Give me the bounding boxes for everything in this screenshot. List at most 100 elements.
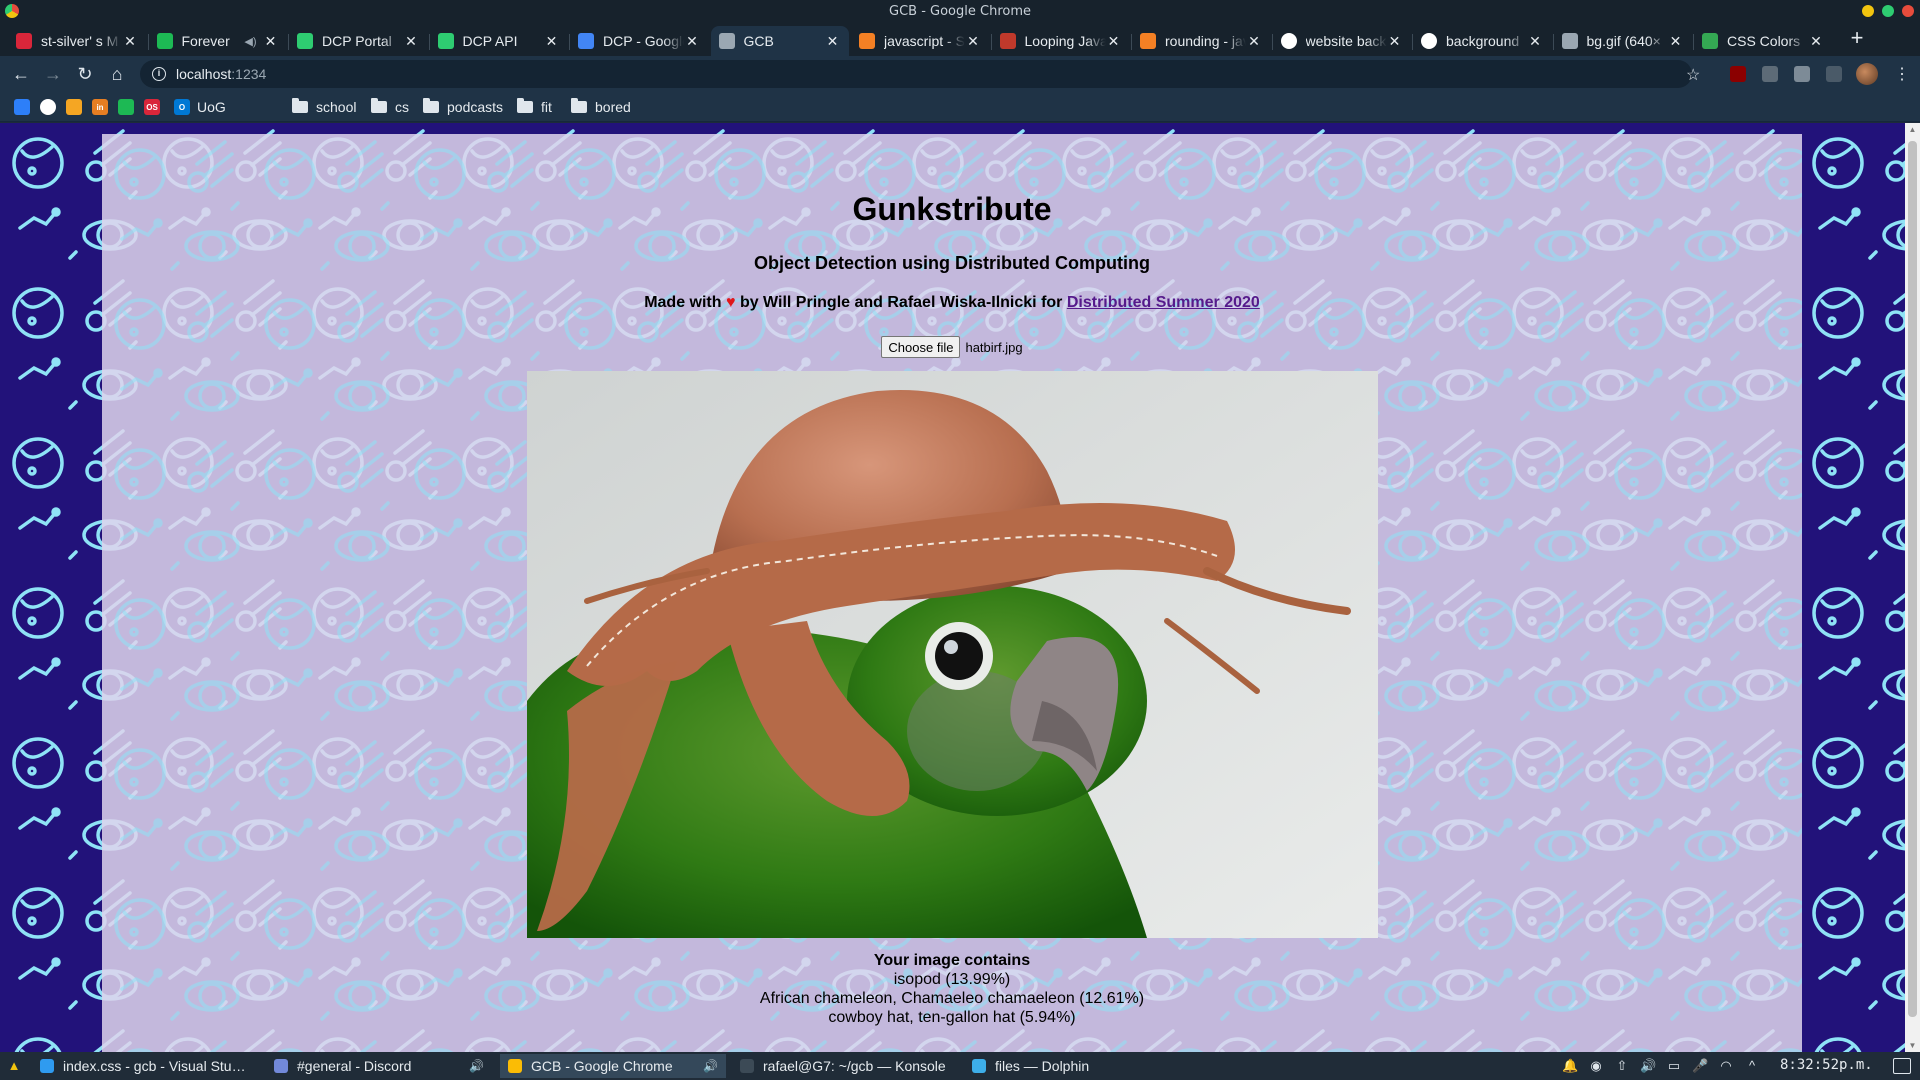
detection-result-item: African chameleon, Chamaeleo chamaeleon …	[759, 990, 1145, 1007]
browser-tab[interactable]: DCP API ✕	[430, 26, 568, 56]
site-info-icon[interactable]: i	[152, 67, 166, 81]
close-tab-icon[interactable]: ✕	[684, 33, 700, 49]
window-controls	[1862, 5, 1914, 17]
bookmark-item[interactable]	[14, 98, 37, 116]
bookmark-star-icon[interactable]: ☆	[1686, 65, 1700, 85]
close-tab-icon[interactable]: ✕	[1106, 33, 1122, 49]
maximize-button[interactable]	[1882, 5, 1894, 17]
close-tab-icon[interactable]: ✕	[1808, 33, 1824, 49]
browser-tab[interactable]: javascript - Stack Overflow✕	[851, 26, 989, 56]
tray-expand-icon[interactable]: ^	[1744, 1058, 1760, 1074]
close-tab-icon[interactable]: ✕	[263, 33, 279, 49]
bookmark-item[interactable]	[40, 98, 63, 116]
browser-tab[interactable]: Looping JavaScript✕	[992, 26, 1130, 56]
taskbar-task-label: files — Dolphin	[995, 1058, 1090, 1074]
bookmark-folder-2[interactable]: podcasts	[423, 98, 503, 116]
menu-kebab-icon[interactable]: ⋮	[1894, 64, 1910, 84]
discord-tray-icon[interactable]: ◉	[1588, 1058, 1604, 1074]
close-tab-icon[interactable]: ✕	[825, 33, 841, 49]
home-icon[interactable]: ⌂	[105, 62, 129, 86]
volume-tray-icon[interactable]: 🔊	[1640, 1058, 1656, 1074]
tab-title: rounding - javascript	[1165, 33, 1246, 49]
notifications-icon[interactable]: 🔔	[1562, 1058, 1578, 1074]
browser-tab[interactable]: background ✕	[1413, 26, 1551, 56]
detection-result-item: cowboy hat, ten-gallon hat (5.94%)	[828, 1009, 1076, 1026]
puzzle-extensions-icon[interactable]	[1794, 66, 1810, 82]
close-tab-icon[interactable]: ✕	[544, 33, 560, 49]
taskbar-task[interactable]: index.css - gcb - Visual Studio Code	[32, 1054, 258, 1078]
spotify-icon	[156, 33, 173, 49]
distributed-summer-link[interactable]: Distributed Summer 2020	[1067, 294, 1260, 311]
address-bar[interactable]: i localhost:1234	[140, 60, 1692, 88]
taskbar-task[interactable]: #general - Discord 🔊	[266, 1054, 492, 1078]
bookmark-folder-4[interactable]: bored	[571, 98, 631, 116]
scroll-down-icon[interactable]: ▼	[1908, 1041, 1917, 1050]
browser-tab[interactable]: website background✕	[1273, 26, 1411, 56]
stackoverflow-icon	[859, 33, 875, 49]
forward-arrow-icon[interactable]: →	[41, 62, 65, 86]
outlook-icon: O	[174, 99, 190, 115]
browser-tab[interactable]: DCP Portal ✕	[289, 26, 427, 56]
close-window-button[interactable]	[1902, 5, 1914, 17]
browser-tab[interactable]: bg.gif (640× ✕	[1554, 26, 1692, 56]
tab-separator	[288, 34, 289, 50]
task-audio-icon: 🔊	[703, 1059, 718, 1073]
browser-tab[interactable]: st-silver' s M ✕	[8, 26, 146, 56]
browser-tab[interactable]: CSS Colors ✕	[1694, 26, 1832, 56]
choose-file-button[interactable]: Choose file	[881, 336, 961, 358]
media-controls-icon[interactable]	[1826, 66, 1842, 82]
updates-tray-icon[interactable]: ⇧	[1614, 1058, 1630, 1074]
bookmark-item[interactable]: in	[92, 98, 115, 116]
bookmark-item[interactable]: OS	[144, 98, 167, 116]
file-picker: Choose file hatbirf.jpg	[102, 336, 1802, 358]
bookmark-folder-0[interactable]: school	[292, 98, 356, 116]
browser-tab[interactable]: GCB ✕	[710, 26, 849, 56]
browser-tab[interactable]: DCP - Google Docs✕	[570, 26, 708, 56]
bookmark-folder-1[interactable]: cs	[371, 98, 409, 116]
scrollbar-thumb[interactable]	[1908, 141, 1917, 1017]
taskbar-clock[interactable]: 8:32:52p.m.	[1780, 1057, 1873, 1073]
tab-separator	[1552, 34, 1554, 50]
page-scrollbar[interactable]: ▲ ▼	[1905, 123, 1920, 1052]
scroll-up-icon[interactable]: ▲	[1908, 125, 1917, 134]
bookmark-uog[interactable]: O UoG	[174, 98, 226, 116]
reload-icon[interactable]: ↻	[73, 62, 97, 86]
credits-prefix: Made with	[644, 294, 722, 311]
app-launcher-icon[interactable]: ▲	[6, 1058, 22, 1074]
bookmark-item[interactable]	[66, 98, 89, 116]
back-arrow-icon[interactable]: ←	[9, 62, 33, 86]
stackoverflow-icon	[1140, 33, 1156, 49]
microphone-tray-icon[interactable]: 🎤	[1692, 1058, 1708, 1074]
tab-separator	[1271, 34, 1273, 50]
taskbar-task[interactable]: GCB - Google Chrome 🔊	[500, 1054, 726, 1078]
folder-icon	[371, 98, 387, 113]
wifi-tray-icon[interactable]: ◠	[1718, 1058, 1734, 1074]
close-tab-icon[interactable]: ✕	[1387, 33, 1403, 49]
browser-tab[interactable]: Forever ◀) ✕	[149, 26, 287, 56]
browser-tab[interactable]: rounding - javascript✕	[1132, 26, 1270, 56]
extension-icon[interactable]	[1762, 66, 1778, 82]
taskbar-task[interactable]: rafael@G7: ~/gcb — Konsole	[732, 1054, 958, 1078]
bookmark-item[interactable]	[118, 98, 141, 116]
show-desktop-button[interactable]	[1893, 1058, 1911, 1074]
close-tab-icon[interactable]: ✕	[965, 33, 981, 49]
tab-audio-icon[interactable]: ◀)	[244, 35, 256, 48]
profile-avatar[interactable]	[1856, 63, 1878, 85]
close-tab-icon[interactable]: ✕	[1246, 33, 1262, 49]
tab-separator	[428, 34, 430, 50]
close-tab-icon[interactable]: ✕	[122, 33, 138, 49]
bookmark-folder-label: fit	[541, 99, 552, 115]
ublock-extension-icon[interactable]	[1730, 66, 1746, 82]
close-tab-icon[interactable]: ✕	[403, 33, 419, 49]
bookmark-folder-3[interactable]: fit	[517, 98, 552, 116]
folder-icon	[972, 1059, 986, 1073]
tab-separator	[1131, 34, 1132, 50]
close-tab-icon[interactable]: ✕	[1668, 33, 1684, 49]
minimize-button[interactable]	[1862, 5, 1874, 17]
taskbar-task[interactable]: files — Dolphin	[964, 1054, 1190, 1078]
new-tab-button[interactable]: +	[1845, 26, 1869, 50]
battery-tray-icon[interactable]: ▭	[1666, 1058, 1682, 1074]
close-tab-icon[interactable]: ✕	[1527, 33, 1543, 49]
tab-title: GCB	[743, 33, 774, 49]
window-titlebar: GCB - Google Chrome	[0, 0, 1920, 22]
